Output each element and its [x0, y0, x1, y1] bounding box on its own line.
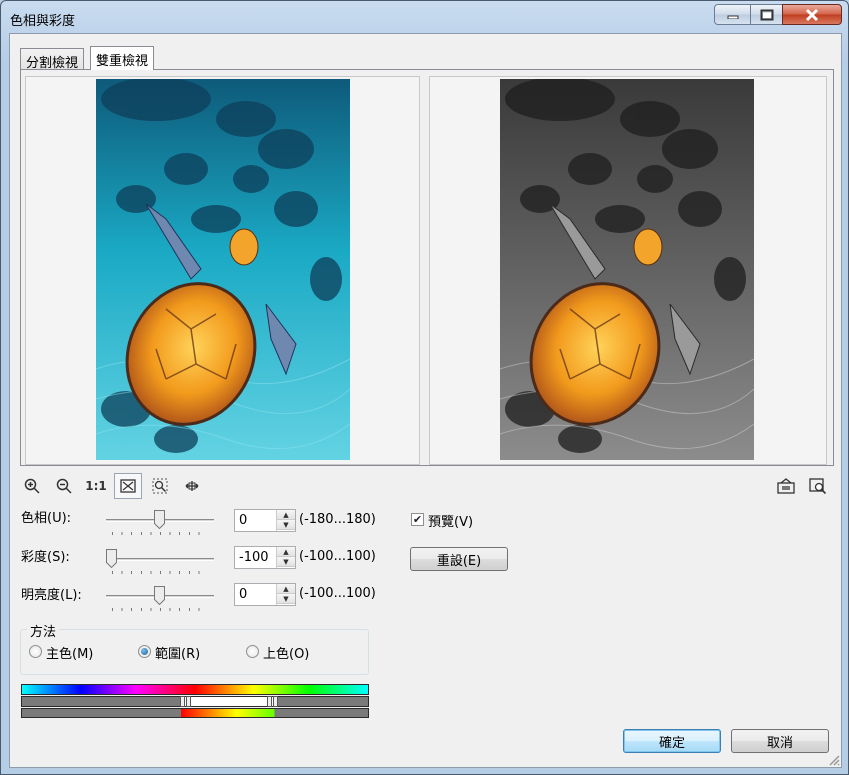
check-mark-icon: ✔ — [412, 513, 423, 526]
fit-window-button[interactable] — [114, 473, 142, 499]
zoom-out-button[interactable] — [50, 473, 78, 499]
maximize-icon — [760, 9, 773, 20]
reset-button-label: 重設(E) — [436, 553, 482, 569]
method-group-title: 方法 — [27, 621, 60, 640]
dialog-client-area: 分割檢視 雙重檢視 1:1 色相(U): 0 ▲ ▼ (-180...180) … — [9, 33, 842, 768]
lightness-spinbox[interactable]: 0 ▲ ▼ — [234, 583, 296, 606]
radio-master-color[interactable] — [29, 645, 42, 658]
slider-thumb[interactable] — [154, 586, 165, 605]
range-handle-left[interactable] — [180, 696, 192, 707]
zoom-out-icon — [56, 478, 72, 494]
spin-down-button[interactable]: ▼ — [277, 520, 295, 530]
radio-colorize[interactable] — [246, 645, 259, 658]
spin-down-button[interactable]: ▼ — [277, 557, 295, 567]
spin-up-button[interactable]: ▲ — [277, 547, 295, 557]
ok-button-label: 確定 — [658, 735, 685, 751]
minimize-icon — [727, 15, 738, 19]
result-preview-pane[interactable] — [429, 76, 827, 465]
reset-button[interactable]: 重設(E) — [410, 547, 508, 571]
hue-slider[interactable] — [106, 506, 218, 540]
radio-range[interactable] — [138, 645, 151, 658]
tab-dual-view[interactable]: 雙重檢視 — [90, 46, 155, 70]
ok-button[interactable]: 確定 — [623, 729, 721, 753]
zoom-area-icon — [152, 478, 168, 494]
preview-fullscreen-button[interactable] — [804, 473, 832, 499]
lightness-slider[interactable] — [106, 582, 218, 616]
original-image — [96, 79, 350, 460]
minimize-button[interactable] — [714, 4, 751, 25]
maximize-button[interactable] — [750, 4, 783, 25]
lightness-range: (-100...100) — [299, 586, 376, 601]
radio-colorize-label[interactable]: 上色(O) — [263, 643, 309, 662]
actual-size-label: 1:1 — [85, 479, 107, 493]
close-icon — [805, 8, 819, 21]
tab-label: 雙重檢視 — [96, 54, 149, 69]
slider-ticks — [112, 532, 208, 535]
pan-icon — [185, 481, 199, 491]
dialog-window: 色相與彩度 分割檢視 雙重檢視 1:1 色相(U): 0 ▲ ▼ (-180..… — [0, 0, 849, 775]
radio-range-label[interactable]: 範圍(R) — [155, 643, 200, 662]
saturation-label: 彩度(S): — [21, 550, 70, 565]
zoom-in-button[interactable] — [18, 473, 46, 499]
hue-range-selector[interactable] — [21, 696, 369, 707]
window-title: 色相與彩度 — [10, 14, 76, 29]
preview-label[interactable]: 預覽(V) — [428, 511, 473, 530]
tab-panel — [20, 69, 834, 466]
spin-up-button[interactable]: ▲ — [277, 584, 295, 594]
saturation-range: (-100...100) — [299, 549, 376, 564]
slider-thumb[interactable] — [154, 510, 165, 529]
radio-master-color-label[interactable]: 主色(M) — [46, 643, 93, 662]
result-image — [500, 79, 754, 460]
source-hue-spectrum — [21, 684, 369, 695]
zoom-in-icon — [24, 478, 40, 494]
fit-window-icon — [120, 479, 136, 493]
saturation-slider[interactable] — [106, 545, 218, 579]
slider-ticks — [112, 571, 208, 574]
resize-grip-icon[interactable] — [828, 754, 840, 766]
slider-track — [106, 558, 214, 561]
pan-button[interactable] — [178, 473, 206, 499]
lightness-label: 明亮度(L): — [21, 588, 82, 603]
slider-ticks — [112, 608, 208, 611]
hue-range: (-180...180) — [299, 512, 376, 527]
close-button[interactable] — [782, 4, 842, 25]
preview-checkbox[interactable]: ✔ — [411, 513, 424, 526]
slider-thumb[interactable] — [106, 549, 117, 568]
hue-label: 色相(U): — [21, 511, 72, 526]
hue-value[interactable]: 0 — [239, 513, 247, 528]
preview-mode-icon — [777, 478, 795, 494]
zoom-area-button[interactable] — [146, 473, 174, 499]
actual-size-button[interactable]: 1:1 — [82, 473, 110, 499]
lightness-value[interactable]: 0 — [239, 587, 247, 602]
saturation-value[interactable]: -100 — [239, 550, 269, 565]
original-preview-pane[interactable] — [25, 76, 420, 465]
spin-down-button[interactable]: ▼ — [277, 594, 295, 604]
cancel-button[interactable]: 取消 — [731, 729, 829, 753]
preview-mode-button[interactable] — [772, 473, 800, 499]
hue-spinbox[interactable]: 0 ▲ ▼ — [234, 509, 296, 532]
spin-up-button[interactable]: ▲ — [277, 510, 295, 520]
preview-fullscreen-icon — [809, 478, 827, 494]
title-bar[interactable]: 色相與彩度 — [1, 1, 848, 33]
saturation-spinbox[interactable]: -100 ▲ ▼ — [234, 546, 296, 569]
tab-split-view[interactable]: 分割檢視 — [20, 48, 85, 71]
result-hue-spectrum — [21, 708, 369, 718]
cancel-button-label: 取消 — [766, 735, 793, 751]
range-handle-right[interactable] — [267, 696, 279, 707]
